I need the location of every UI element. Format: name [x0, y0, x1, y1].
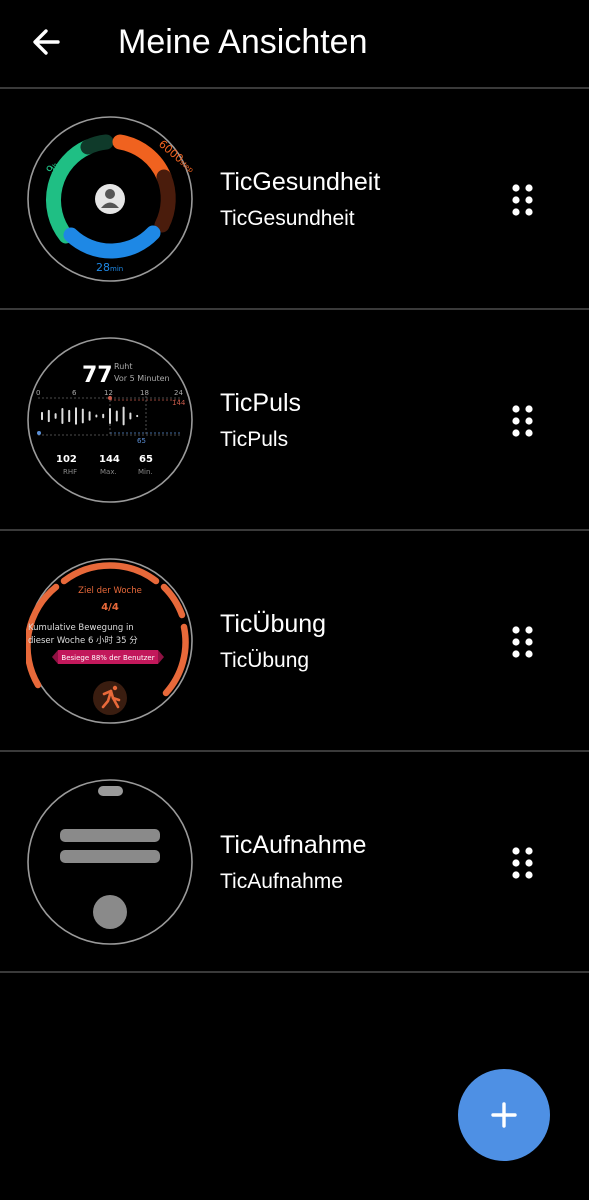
svg-text:Vor 5 Minuten: Vor 5 Minuten: [114, 374, 170, 383]
svg-text:65: 65: [139, 454, 153, 465]
svg-text:102: 102: [56, 454, 77, 465]
svg-text:12: 12: [104, 389, 113, 397]
svg-text:4/4: 4/4: [101, 602, 119, 613]
view-item-ticuebung[interactable]: Ziel der Woche 4/4 Kumulative Bewegung i…: [0, 531, 589, 751]
watchface-preview-exercise: Ziel der Woche 4/4 Kumulative Bewegung i…: [26, 557, 194, 725]
svg-text:24: 24: [174, 389, 183, 397]
watchface-preview-pulse: 77 Ruht Vor 5 Minuten 0 6 12 18 24 144 6…: [26, 336, 194, 504]
view-title: TicGesundheit: [220, 168, 381, 196]
svg-text:Besiege 88% der Benutzer: Besiege 88% der Benutzer: [61, 654, 154, 662]
drag-handle-icon[interactable]: [511, 404, 535, 438]
divider: [0, 971, 589, 973]
user-avatar-icon: [95, 184, 125, 214]
page-title: Meine Ansichten: [118, 23, 368, 61]
view-subtitle: TicPuls: [220, 428, 289, 451]
svg-text:144: 144: [99, 454, 120, 465]
drag-handle-icon[interactable]: [511, 183, 535, 217]
view-item-ticaufnahme[interactable]: TicAufnahme TicAufnahme: [0, 752, 589, 972]
svg-text:0: 0: [36, 389, 40, 397]
drag-handle-icon[interactable]: [511, 846, 535, 880]
add-view-button[interactable]: [458, 1069, 550, 1161]
view-item-ticgesundheit[interactable]: 9h 6000step 28min TicGesundheit TicGesun…: [0, 89, 589, 309]
view-title: TicÜbung: [220, 610, 327, 638]
svg-text:18: 18: [140, 389, 149, 397]
view-subtitle: TicÜbung: [220, 649, 310, 672]
svg-text:Min.: Min.: [138, 468, 153, 476]
svg-text:6: 6: [72, 389, 77, 397]
svg-text:144: 144: [172, 399, 186, 407]
svg-text:RHF: RHF: [63, 468, 77, 476]
svg-text:Ziel der Woche: Ziel der Woche: [78, 586, 142, 596]
svg-text:Ruht: Ruht: [114, 362, 132, 371]
top-app-bar: Meine Ansichten: [0, 0, 589, 88]
plus-icon: [491, 1102, 517, 1128]
view-title: TicPuls: [220, 389, 302, 417]
svg-text:Kumulative Bewegung in: Kumulative Bewegung in: [28, 623, 134, 633]
view-title: TicAufnahme: [220, 831, 367, 859]
watchface-preview-health: 9h 6000step 28min: [26, 115, 194, 283]
svg-text:Max.: Max.: [100, 468, 117, 476]
svg-text:dieser Woche 6 小时 35 分: dieser Woche 6 小时 35 分: [28, 635, 138, 646]
view-subtitle: TicGesundheit: [220, 207, 355, 230]
view-subtitle: TicAufnahme: [220, 870, 343, 893]
watchface-preview-recording: [26, 778, 194, 946]
drag-handle-icon[interactable]: [511, 625, 535, 659]
back-button[interactable]: [28, 24, 68, 60]
svg-text:65: 65: [137, 437, 146, 445]
view-item-ticpuls[interactable]: 77 Ruht Vor 5 Minuten 0 6 12 18 24 144 6…: [0, 310, 589, 530]
svg-text:77: 77: [82, 363, 113, 388]
arrow-left-icon: [33, 29, 60, 55]
